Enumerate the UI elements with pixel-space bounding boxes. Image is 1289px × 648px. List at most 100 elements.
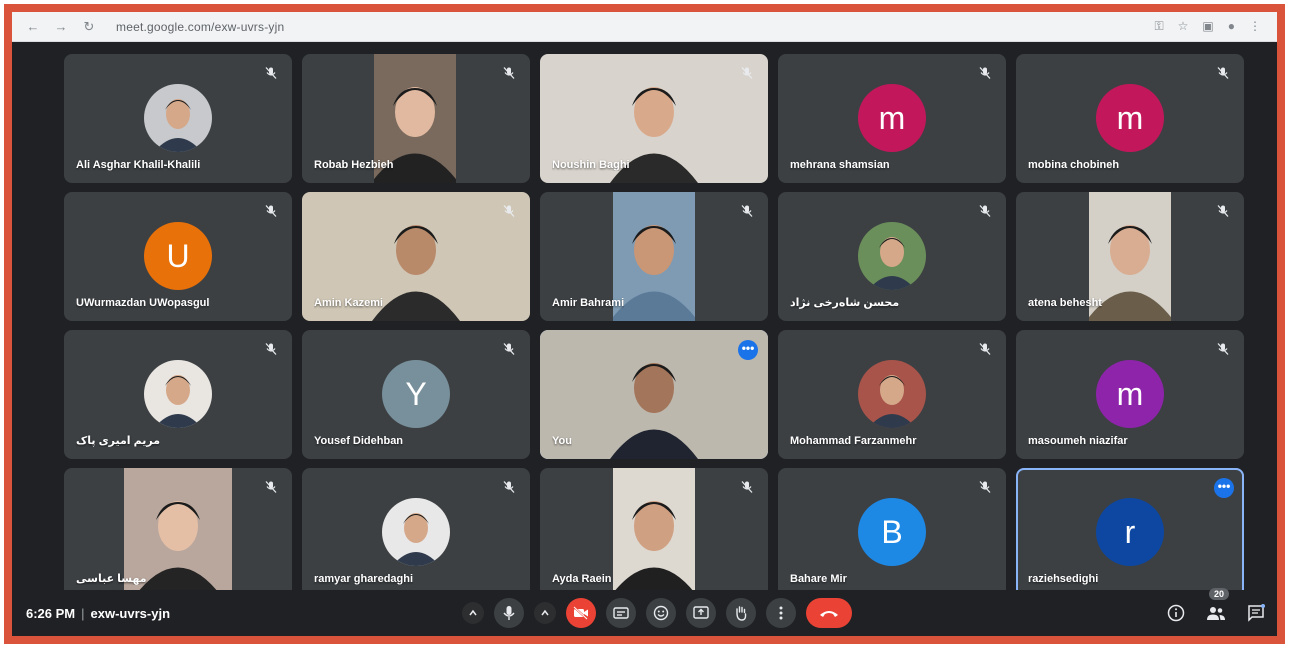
mic-off-icon	[264, 342, 278, 356]
mic-off-icon	[978, 480, 992, 494]
participant-video	[613, 192, 695, 321]
participant-video	[540, 330, 768, 459]
more-options-icon[interactable]: •••	[738, 340, 758, 360]
participant-tile[interactable]: Amir Bahrami	[540, 192, 768, 321]
more-options-button[interactable]	[766, 598, 796, 628]
reload-icon[interactable]: ↻	[82, 19, 96, 35]
camera-off-button[interactable]	[566, 598, 596, 628]
participant-tile[interactable]: مریم امیری پاک	[64, 330, 292, 459]
leave-call-button[interactable]	[806, 598, 852, 628]
mic-off-icon	[502, 480, 516, 494]
participant-tile[interactable]: atena behesht	[1016, 192, 1244, 321]
participant-tile[interactable]: Noushin Baghi	[540, 54, 768, 183]
participant-avatar: m	[1096, 360, 1164, 428]
participant-name: UWurmazdan UWopasgul	[76, 297, 210, 309]
microphone-button[interactable]	[494, 598, 524, 628]
camera-options-button[interactable]	[534, 602, 556, 624]
participant-name: Amin Kazemi	[314, 297, 384, 309]
people-icon	[1207, 607, 1225, 620]
mic-off-icon	[264, 480, 278, 494]
raise-hand-button[interactable]	[726, 598, 756, 628]
mic-off-icon	[502, 204, 516, 218]
participant-name: Ali Asghar Khalil-Khalili	[76, 159, 201, 171]
participant-name: raziehsedighi	[1028, 573, 1099, 585]
mic-options-button[interactable]	[462, 602, 484, 624]
mic-off-icon	[740, 480, 754, 494]
participant-tile[interactable]: m masoumeh niazifar	[1016, 330, 1244, 459]
participant-photo	[858, 360, 926, 428]
participant-name: Mohammad Farzanmehr	[790, 435, 917, 447]
microphone-icon	[503, 606, 515, 620]
participant-avatar: U	[144, 222, 212, 290]
participant-tile[interactable]: Mohammad Farzanmehr	[778, 330, 1006, 459]
participant-name: Bahare Mir	[790, 573, 847, 585]
mic-off-icon	[978, 204, 992, 218]
participant-name: mehrana shamsian	[790, 159, 890, 171]
participant-tile[interactable]: Y Yousef Didehban	[302, 330, 530, 459]
participant-name: مهسا عباسی	[76, 573, 147, 585]
participant-name: atena behesht	[1028, 297, 1102, 309]
participant-grid: Ali Asghar Khalil-Khalili Robab Hezbieh No…	[64, 54, 1244, 597]
meeting-info: 6:26 PM | exw-uvrs-yjn	[26, 606, 170, 621]
participants-button[interactable]: 20	[1205, 588, 1230, 624]
captions-button[interactable]	[606, 598, 636, 628]
participant-name: masoumeh niazifar	[1028, 435, 1128, 447]
profile-icon[interactable]: ●	[1228, 19, 1235, 34]
meeting-details-button[interactable]	[1165, 602, 1187, 624]
meeting-controls-bar: 6:26 PM | exw-uvrs-yjn 20	[12, 588, 1277, 636]
mic-off-icon	[978, 342, 992, 356]
reactions-button[interactable]	[646, 598, 676, 628]
participant-tile[interactable]: m mehrana shamsian	[778, 54, 1006, 183]
mic-off-icon	[978, 66, 992, 80]
present-screen-button[interactable]	[686, 598, 716, 628]
participant-name: Robab Hezbieh	[314, 159, 394, 171]
mic-off-icon	[502, 342, 516, 356]
chevron-up-icon	[541, 609, 549, 616]
participant-name: محسن شاه‌رخی نژاد	[790, 297, 900, 309]
chat-button[interactable]	[1245, 602, 1267, 624]
participant-name: Ayda Raein	[552, 573, 612, 585]
mic-off-icon	[1216, 204, 1230, 218]
participant-photo	[144, 84, 212, 152]
menu-icon[interactable]: ⋮	[1249, 19, 1261, 34]
participant-avatar: m	[1096, 84, 1164, 152]
participant-tile[interactable]: B Bahare Mir	[778, 468, 1006, 597]
participant-tile[interactable]: ramyar gharedaghi	[302, 468, 530, 597]
participant-tile[interactable]: U UWurmazdan UWopasgul	[64, 192, 292, 321]
extensions-icon[interactable]: ▣	[1202, 19, 1213, 34]
side-controls: 20	[1165, 588, 1267, 624]
more-options-icon[interactable]: •••	[1214, 478, 1234, 498]
participant-name: mobina chobineh	[1028, 159, 1120, 171]
participant-tile[interactable]: محسن شاه‌رخی نژاد	[778, 192, 1006, 321]
more-vert-icon	[779, 606, 783, 620]
key-icon[interactable]: ⚿	[1155, 19, 1164, 34]
browser-toolbar: ← → ↻ meet.google.com/exw-uvrs-yjn ⚿ ☆ ▣…	[12, 12, 1277, 42]
call-controls	[462, 598, 852, 628]
captions-icon	[613, 607, 629, 619]
back-icon[interactable]: ←	[26, 19, 40, 34]
participant-tile[interactable]: Robab Hezbieh	[302, 54, 530, 183]
call-end-icon	[820, 611, 838, 617]
browser-window: ← → ↻ meet.google.com/exw-uvrs-yjn ⚿ ☆ ▣…	[4, 4, 1285, 644]
participant-tile[interactable]: Ayda Raein	[540, 468, 768, 597]
participant-avatar: B	[858, 498, 926, 566]
camera-off-icon	[573, 606, 588, 620]
meeting-time: 6:26 PM	[26, 605, 76, 621]
mic-off-icon	[502, 66, 516, 80]
star-icon[interactable]: ☆	[1178, 19, 1189, 34]
participant-name: Yousef Didehban	[314, 435, 404, 447]
forward-icon[interactable]: →	[54, 19, 68, 34]
participant-tile[interactable]: Amin Kazemi	[302, 192, 530, 321]
meeting-code: exw-uvrs-yjn	[90, 605, 171, 621]
address-bar-url[interactable]: meet.google.com/exw-uvrs-yjn	[116, 20, 284, 34]
chevron-up-icon	[469, 609, 477, 616]
participant-tile[interactable]: مهسا عباسی	[64, 468, 292, 597]
present-icon	[693, 606, 709, 619]
participant-tile[interactable]: m mobina chobineh	[1016, 54, 1244, 183]
participant-name: Amir Bahrami	[552, 297, 625, 309]
participant-photo	[144, 360, 212, 428]
participant-count-badge: 20	[1209, 588, 1230, 600]
participant-tile[interactable]: Ali Asghar Khalil-Khalili	[64, 54, 292, 183]
participant-tile[interactable]: r ••• raziehsedighi	[1016, 468, 1244, 597]
participant-tile[interactable]: ••• You	[540, 330, 768, 459]
